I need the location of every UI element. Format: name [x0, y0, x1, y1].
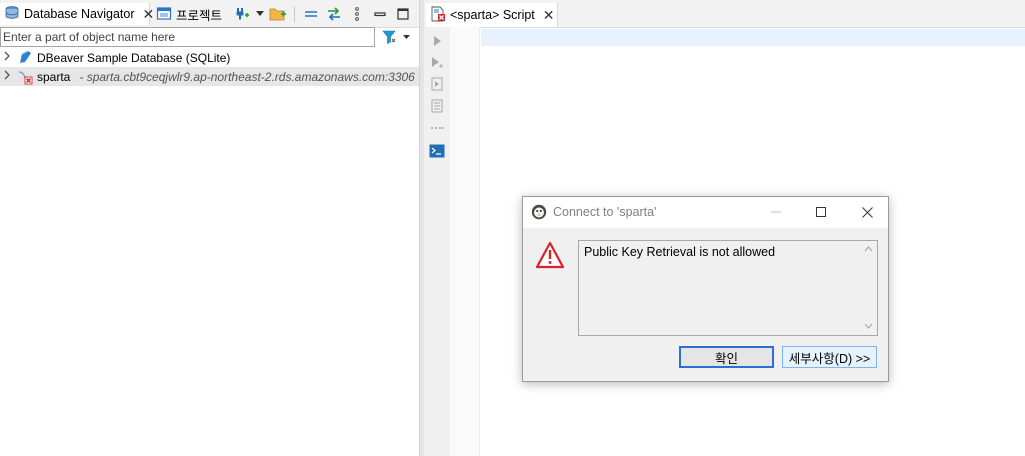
tab-database-navigator-label: Database Navigator: [24, 7, 135, 21]
close-icon[interactable]: ✕: [543, 8, 555, 22]
error-message-text: Public Key Retrieval is not allowed: [584, 245, 776, 259]
minimize-icon[interactable]: [370, 5, 390, 23]
editor-action-sidebar: [424, 27, 450, 456]
scroll-up-icon[interactable]: [864, 244, 873, 254]
warning-icon: [535, 241, 565, 269]
new-connection-icon[interactable]: [232, 5, 252, 23]
link-editor-icon[interactable]: [324, 5, 344, 23]
execute-script-icon[interactable]: [429, 55, 445, 71]
editor-tab-bar: <sparta> Script ✕: [424, 0, 1025, 28]
chevron-right-icon[interactable]: [3, 70, 15, 83]
filter-row: [0, 27, 419, 49]
dbeaver-logo-icon: [531, 204, 547, 220]
maximize-icon[interactable]: [393, 5, 413, 23]
chevron-right-icon[interactable]: [3, 51, 15, 64]
tree-item-sparta-connection[interactable]: sparta - sparta.cbt9ceqjwlr9.ap-northeas…: [0, 67, 419, 86]
view-menu-icon[interactable]: [347, 5, 367, 23]
window-minimize-button[interactable]: [758, 201, 794, 223]
terminal-icon[interactable]: [429, 143, 445, 159]
dialog-title-bar[interactable]: Connect to 'sparta': [523, 197, 888, 228]
editor-line-ruler: [450, 27, 480, 456]
tree-item-label: DBeaver Sample Database (SQLite): [37, 50, 231, 65]
connection-host-description: - sparta.cbt9ceqjwlr9.ap-northeast-2.rds…: [79, 69, 415, 84]
details-button[interactable]: 세부사항(D) >>: [782, 346, 877, 368]
sql-script-error-icon: [430, 6, 446, 25]
collapse-all-icon[interactable]: [301, 5, 321, 23]
explain-plan-icon[interactable]: [429, 76, 445, 92]
tab-database-navigator[interactable]: Database Navigator ✕: [0, 3, 154, 25]
connect-error-dialog: Connect to 'sparta' Public Key Retrieval…: [522, 196, 889, 382]
filter-icon[interactable]: [382, 28, 416, 46]
tab-projects[interactable]: 프로젝트: [152, 3, 224, 25]
execute-statement-icon[interactable]: [429, 33, 445, 49]
dropdown-icon[interactable]: [255, 5, 265, 23]
navigator-toolbar: [232, 5, 416, 23]
dialog-title: Connect to 'sparta': [553, 205, 657, 219]
error-message-box[interactable]: Public Key Retrieval is not allowed: [578, 240, 878, 336]
editor-current-line[interactable]: [481, 29, 1025, 46]
sqlite-db-icon: [17, 50, 33, 66]
window-maximize-button[interactable]: [803, 201, 839, 223]
database-navigator-panel: Database Navigator ✕ 프로젝트 Enter a part o…: [0, 0, 419, 456]
tab-sparta-script-label: <sparta> Script: [450, 8, 535, 22]
tab-projects-label: 프로젝트: [176, 8, 223, 23]
mysql-disconnected-icon: [17, 69, 33, 85]
load-script-icon[interactable]: [429, 98, 445, 114]
tab-sparta-script[interactable]: <sparta> Script ✕: [426, 3, 558, 27]
search-input[interactable]: [0, 27, 375, 47]
more-icon[interactable]: [429, 120, 445, 136]
database-navigator-icon: [4, 5, 20, 24]
projects-icon: [156, 5, 172, 24]
tree-item-sample-database[interactable]: DBeaver Sample Database (SQLite): [0, 48, 419, 67]
message-scrollbar[interactable]: [860, 241, 877, 335]
ok-button[interactable]: 확인: [679, 346, 774, 368]
toolbar-separator: [294, 6, 295, 22]
tree-item-label: sparta: [37, 69, 71, 84]
new-folder-icon[interactable]: [268, 5, 288, 23]
scroll-down-icon[interactable]: [864, 321, 873, 331]
window-close-button[interactable]: [849, 201, 885, 223]
